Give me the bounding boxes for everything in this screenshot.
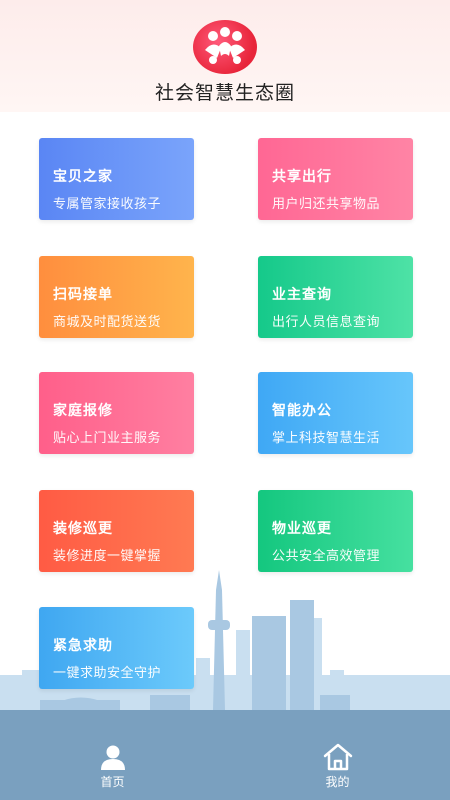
app-logo-icon xyxy=(193,20,257,74)
card-emergency-help[interactable]: 紧急求助 一键求助安全守护 xyxy=(39,607,194,689)
card-subtitle: 专属管家接收孩子 xyxy=(53,197,162,212)
card-title: 家庭报修 xyxy=(53,403,113,419)
card-subtitle: 用户归还共享物品 xyxy=(272,197,381,212)
card-title: 共享出行 xyxy=(272,169,332,185)
card-subtitle: 装修进度一键掌握 xyxy=(53,549,162,564)
tab-home-label: 首页 xyxy=(100,775,125,789)
card-title: 智能办公 xyxy=(272,403,332,419)
card-subtitle: 出行人员信息查询 xyxy=(272,315,381,330)
card-baby-home[interactable]: 宝贝之家 专属管家接收孩子 xyxy=(39,138,194,220)
app-title: 社会智慧生态圈 xyxy=(154,82,295,104)
card-scan-order[interactable]: 扫码接单 商城及时配货送货 xyxy=(39,256,194,338)
tab-home[interactable]: 首页 xyxy=(0,723,225,800)
card-title: 物业巡更 xyxy=(272,521,332,537)
card-owner-query[interactable]: 业主查询 出行人员信息查询 xyxy=(258,256,413,338)
card-renovation-patrol[interactable]: 装修巡更 装修进度一键掌握 xyxy=(39,490,194,572)
card-title: 装修巡更 xyxy=(53,521,113,537)
card-title: 扫码接单 xyxy=(53,287,113,303)
house-icon xyxy=(323,743,353,771)
card-title: 业主查询 xyxy=(272,287,332,303)
card-subtitle: 一键求助安全守护 xyxy=(53,666,162,681)
bottom-tab-bar: 首页 我的 xyxy=(0,723,450,800)
tab-mine-label: 我的 xyxy=(325,775,350,789)
card-subtitle: 公共安全高效管理 xyxy=(272,549,381,564)
header: 社会智慧生态圈 xyxy=(0,0,450,112)
card-subtitle: 贴心上门业主服务 xyxy=(53,431,162,446)
card-shared-travel[interactable]: 共享出行 用户归还共享物品 xyxy=(258,138,413,220)
card-home-repair[interactable]: 家庭报修 贴心上门业主服务 xyxy=(39,372,194,454)
card-property-patrol[interactable]: 物业巡更 公共安全高效管理 xyxy=(258,490,413,572)
user-icon xyxy=(101,745,125,770)
card-smart-office[interactable]: 智能办公 掌上科技智慧生活 xyxy=(258,372,413,454)
card-subtitle: 掌上科技智慧生活 xyxy=(272,431,381,446)
card-subtitle: 商城及时配货送货 xyxy=(53,315,162,330)
card-title: 紧急求助 xyxy=(53,638,113,654)
tab-mine[interactable]: 我的 xyxy=(225,723,450,800)
card-title: 宝贝之家 xyxy=(53,169,113,185)
